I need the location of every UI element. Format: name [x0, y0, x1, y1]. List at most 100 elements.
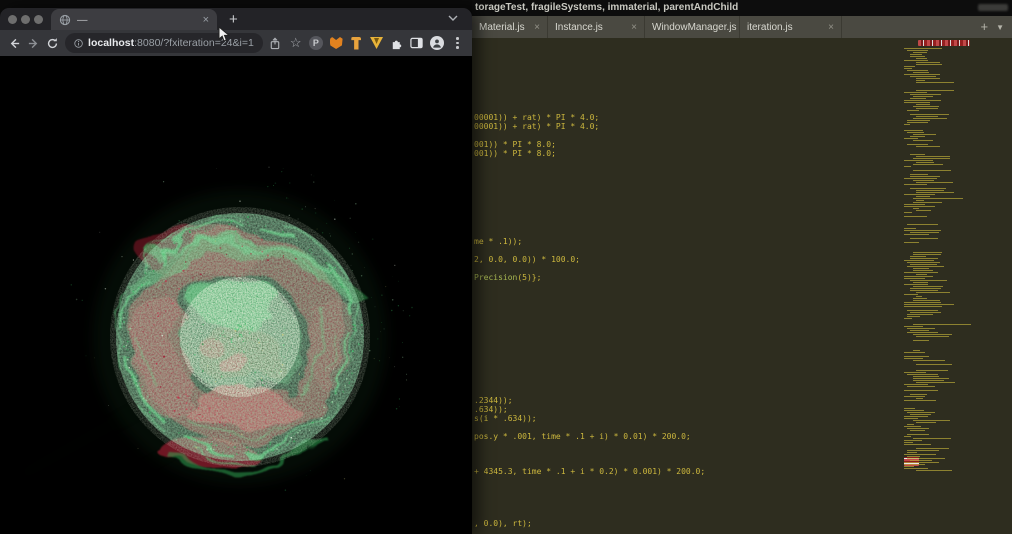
minimap-line — [904, 124, 910, 125]
minimap-line — [916, 78, 940, 79]
extensions-puzzle-icon[interactable] — [389, 35, 404, 52]
minimap-line — [910, 94, 941, 95]
minimap-line — [904, 390, 939, 391]
editor-tab-label: Material.js — [479, 21, 525, 33]
minimap-line — [913, 360, 946, 361]
minimap-line — [916, 296, 923, 297]
minimap-line — [916, 64, 943, 65]
share-icon[interactable] — [268, 35, 283, 52]
minimap-line — [904, 302, 941, 303]
particle-sphere-render — [0, 56, 472, 534]
minimap-line — [904, 194, 935, 195]
minimap-line — [907, 428, 930, 429]
minimap-line — [916, 398, 924, 399]
editor-tab-iteration[interactable]: iteration.js × — [740, 16, 842, 38]
minimap-line — [904, 166, 912, 167]
minimap-line — [913, 300, 940, 301]
code-line: 001)) * PI * 8.0; — [474, 140, 556, 149]
zoom-window-icon[interactable] — [34, 14, 43, 24]
minimap-line — [910, 430, 925, 431]
tab-list-dropdown-icon[interactable]: ▼ — [996, 23, 1004, 32]
profile-avatar[interactable] — [430, 35, 445, 52]
editor-tab-label: Instance.js — [555, 21, 603, 33]
minimap-line — [904, 426, 922, 427]
minimap-line — [907, 262, 940, 263]
minimap-line — [913, 324, 972, 325]
minimap-line — [904, 468, 928, 469]
minimap-line — [913, 134, 937, 135]
close-icon[interactable]: × — [631, 22, 637, 33]
minimap-line — [913, 72, 930, 73]
code-area[interactable]: 00001)) + rat) * PI * 4.0; 00001)) + rat)… — [472, 38, 1012, 534]
minimap-line — [904, 284, 928, 285]
close-icon[interactable]: × — [828, 22, 834, 33]
forward-button[interactable] — [26, 35, 40, 51]
minimap-line — [904, 178, 938, 179]
minimap-line — [907, 332, 939, 333]
extension-p-badge-icon[interactable]: P — [308, 35, 323, 52]
minimap-line — [904, 352, 925, 353]
extension-fox-icon[interactable] — [328, 35, 343, 52]
close-tab-icon[interactable]: × — [203, 14, 209, 26]
minimap-line — [910, 232, 939, 233]
minimap-line — [913, 254, 942, 255]
extension-shield-icon[interactable] — [369, 35, 384, 52]
minimap-line — [904, 68, 912, 69]
reload-button[interactable] — [46, 35, 60, 51]
minimap-line — [910, 56, 926, 57]
minimap-line — [916, 470, 953, 471]
editor-tab-label: WindowManager.js — [652, 21, 737, 33]
close-icon[interactable]: × — [534, 22, 540, 33]
code-line: me * .1)); — [474, 237, 523, 246]
minimize-window-icon[interactable] — [21, 14, 30, 24]
minimap-line — [916, 108, 939, 109]
side-panel-icon[interactable] — [409, 35, 424, 52]
minimap-line — [916, 58, 928, 59]
minimap-line — [907, 450, 939, 451]
back-button[interactable] — [7, 35, 21, 51]
code-line: 00001)) + rat) * PI * 4.0; — [474, 113, 600, 122]
minimap-line — [913, 140, 933, 141]
minimap-line — [910, 414, 931, 415]
browser-tab[interactable]: — × — [51, 9, 217, 30]
minimap-line — [910, 394, 927, 395]
minimap-line — [904, 356, 929, 357]
minimap-line — [904, 66, 915, 67]
minimap-line — [916, 62, 940, 63]
minimap-line — [910, 290, 938, 291]
minimap-line — [913, 420, 950, 421]
minimap-line — [907, 70, 928, 71]
code-line: s(i * .634)); — [474, 414, 537, 423]
editor-tab-controls: + ▼ — [980, 16, 1012, 38]
site-info-icon[interactable] — [74, 38, 83, 49]
browser-viewport[interactable] — [0, 56, 472, 534]
minimap-line — [910, 330, 930, 331]
minimap[interactable] — [903, 40, 981, 534]
code-line: 2, 0.0, 0.0)) * 100.0; — [474, 255, 580, 264]
minimap-line — [910, 114, 949, 115]
minimap-line — [916, 448, 950, 449]
minimap-line — [907, 316, 920, 317]
minimap-line — [913, 334, 952, 335]
editor-tab-material[interactable]: Material.js × — [472, 16, 548, 38]
new-tab-button[interactable]: + — [229, 10, 238, 30]
minimap-line — [904, 306, 943, 307]
minimap-line — [913, 170, 951, 171]
editor-tab-windowmanager[interactable]: WindowManager.js × — [645, 16, 740, 38]
extension-orange-t-icon[interactable] — [349, 35, 364, 52]
minimap-line — [904, 400, 937, 401]
close-window-icon[interactable] — [8, 14, 17, 24]
editor-tab-instance[interactable]: Instance.js × — [548, 16, 645, 38]
code-line: + 4345.3, time * .1 + i * 0.2) * 0.001) … — [474, 467, 706, 476]
minimap-line — [904, 204, 926, 205]
address-bar[interactable]: localhost:8080/?fxiteration=24&i=1 — [64, 33, 263, 53]
tab-search-chevron-icon[interactable] — [448, 8, 458, 26]
minimap-line — [916, 292, 951, 293]
browser-menu-icon[interactable] — [450, 35, 465, 52]
minimap-line — [904, 100, 942, 101]
minimap-line — [904, 444, 931, 445]
bookmark-star-icon[interactable]: ☆ — [288, 35, 303, 52]
new-file-tab-button[interactable]: + — [980, 16, 988, 38]
minimap-line — [910, 176, 940, 177]
minimap-line — [904, 74, 941, 75]
